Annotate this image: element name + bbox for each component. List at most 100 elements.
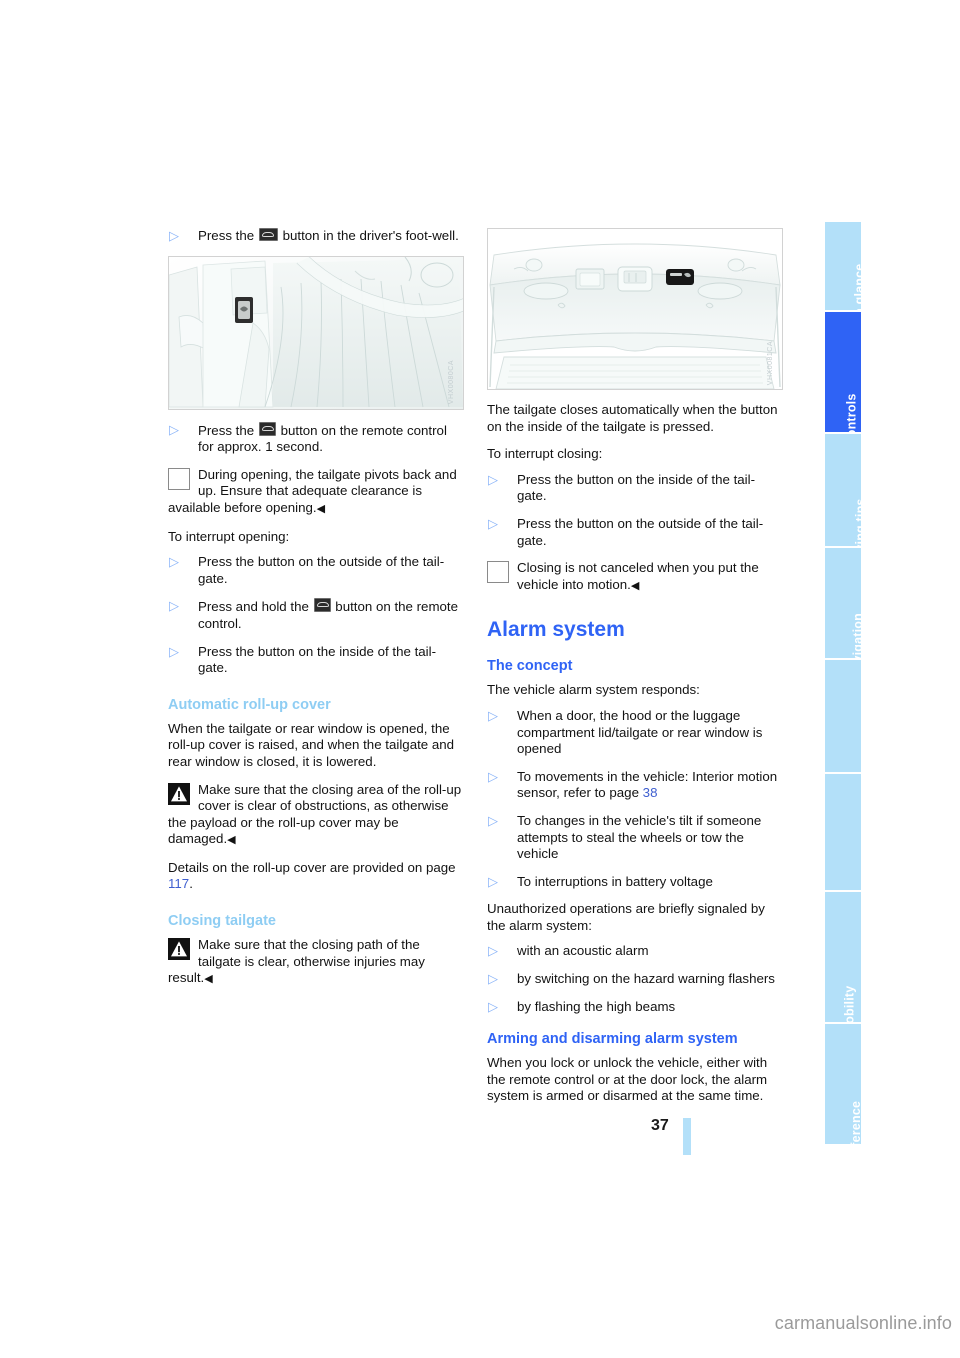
bullet-text: with an acoustic alarm [517, 943, 649, 959]
list-item: ▷ by switching on the hazard warning fla… [487, 971, 781, 988]
footwell-illustration [169, 256, 463, 409]
heading-alarm-system: Alarm system [487, 618, 625, 642]
bullet-text-part1: Press and hold the [198, 599, 309, 615]
manual-page: ▷ Press the button in the driver's foot-… [0, 0, 960, 1358]
sidebar-tab-driving-tips[interactable]: Driving tips [825, 434, 868, 570]
bullet-triangle-icon: ▷ [488, 515, 498, 531]
tailgate-button-icon [258, 228, 278, 241]
sidebar-tab-entertainment[interactable]: Entertainment [825, 660, 875, 803]
right-column: VHX0081CA The tailgate closes automatica… [487, 228, 783, 1116]
sidebar-tab-reference[interactable]: Reference [825, 1024, 863, 1163]
bullet-text-part2: button in the driver's foot-well. [282, 228, 459, 243]
page-number: 37 [651, 1117, 669, 1134]
warning-block: Make sure that the closing path of the t… [168, 937, 462, 988]
list-item: ▷ Press the button on the outside of the… [487, 516, 781, 549]
list-item: ▷ by flashing the high beams [487, 999, 781, 1016]
section-tab-rail: At a glance Controls Driving tips Naviga… [825, 222, 884, 1163]
note-triangle-icon [168, 467, 190, 490]
list-item: ▷ Press the button on the inside of the … [168, 644, 462, 677]
details-prefix: Details on the roll-up cover are provide… [168, 859, 456, 875]
warning-glyph [168, 782, 190, 805]
list-item: ▷ To movements in the vehicle: Interior … [487, 769, 781, 802]
paragraph-details-rollup: Details on the roll-up cover are provide… [168, 860, 462, 893]
bullet-triangle-icon: ▷ [488, 812, 498, 828]
figure-footwell-button: VHX0080CA [168, 255, 464, 410]
bullet-triangle-icon: ▷ [488, 971, 498, 987]
warning-glyph [168, 938, 190, 961]
warning-end-marker: ◀ [204, 973, 213, 986]
bullet-triangle-icon: ▷ [488, 768, 498, 784]
remote-tailgate-button-icon [258, 421, 276, 436]
bullet-triangle-icon: ▷ [488, 707, 498, 723]
bullet-text-part1: Press the [198, 228, 255, 243]
note-text: During opening, the tailgate pivots back… [168, 466, 457, 515]
details-suffix: . [189, 876, 193, 892]
bullet-triangle-icon: ▷ [169, 421, 179, 437]
heading-the-concept: The concept [487, 658, 573, 675]
left-column: ▷ Press the button in the driver's foot-… [168, 228, 464, 999]
bullet-triangle-icon: ▷ [169, 228, 179, 243]
note-triangle-icon [487, 561, 509, 584]
heading-arming-disarming: Arming and disarming alarm system [487, 1031, 738, 1048]
figure-code: VHX0080CA [448, 360, 456, 405]
sidebar-tab-label: Communications [870, 825, 885, 931]
list-item: ▷ To changes in the vehicle's tilt if so… [487, 813, 781, 863]
bullet-triangle-icon: ▷ [169, 643, 179, 659]
lead-in-interrupt-closing: To interrupt closing: [487, 446, 603, 462]
paragraph-rollup: When the tailgate or rear window is open… [168, 720, 455, 769]
sidebar-tab-communications[interactable]: Communications [825, 774, 884, 930]
page-reference-link[interactable]: 38 [643, 785, 658, 800]
bullet-triangle-icon: ▷ [488, 943, 498, 959]
bullet-text: by switching on the hazard warning flash… [517, 971, 775, 987]
tailgate-illustration [488, 229, 782, 389]
list-item: ▷ To interruptions in battery voltage [487, 874, 781, 891]
bullet-text-part1: Press the [198, 422, 255, 438]
list-item: ▷ Press the button in the driver's foot-… [168, 228, 462, 245]
bullet-triangle-icon: ▷ [488, 998, 498, 1014]
bullet-triangle-icon: ▷ [488, 471, 498, 487]
page-number-bar [683, 1118, 691, 1155]
bullet-text: When a door, the hood or the luggage com… [517, 707, 763, 757]
note-block: During opening, the tailgate pivots back… [168, 467, 462, 518]
bullet-triangle-icon: ▷ [169, 554, 179, 570]
list-item: ▷ When a door, the hood or the luggage c… [487, 708, 781, 758]
note-block: Closing is not canceled when you put the… [487, 560, 781, 594]
bullet-triangle-icon: ▷ [488, 873, 498, 889]
sidebar-tab-at-a-glance[interactable]: At a glance [825, 222, 866, 332]
figure-tailgate-inner-button: VHX0081CA [487, 228, 783, 390]
warning-block: Make sure that the closing area of the r… [168, 782, 462, 849]
figure-code: VHX0081CA [767, 340, 775, 385]
note-end-marker: ◀ [316, 502, 326, 515]
page-reference-link[interactable]: 117 [168, 876, 189, 891]
sidebar-tab-navigation[interactable]: Navigation [825, 548, 865, 679]
sidebar-tab-controls[interactable]: Controls [825, 312, 861, 447]
warning-end-marker: ◀ [227, 834, 236, 847]
bullet-text: Press the button on the inside of the ta… [198, 643, 437, 676]
heading-automatic-rollup-cover: Automatic roll-up cover [168, 696, 331, 713]
warning-text: Make sure that the closing area of the r… [168, 781, 462, 847]
paragraph-alarm-responds: The vehicle alarm system responds: [487, 682, 700, 698]
sidebar-tab-label: Reference [849, 1100, 864, 1164]
bullet-text: by flashing the high beams [517, 998, 676, 1014]
lead-in-interrupt-opening: To interrupt opening: [168, 528, 290, 544]
heading-closing-tailgate: Closing tailgate [168, 913, 276, 930]
bullet-triangle-icon: ▷ [169, 598, 179, 614]
list-item: ▷ Press the button on the outside of the… [168, 554, 462, 587]
bullet-text: To changes in the vehicle's tilt if some… [517, 812, 762, 862]
list-item: ▷ Press the button on the inside of the … [487, 472, 781, 505]
list-item: ▷ Press and hold the button on the remot… [168, 598, 462, 632]
list-item: ▷ Press the button on the remote control… [168, 421, 462, 456]
sidebar-tab-mobility[interactable]: Mobility [825, 892, 861, 1034]
bullet-text: Press the button on the inside of the ta… [517, 471, 756, 504]
list-item: ▷ with an acoustic alarm [487, 943, 781, 960]
bullet-text: Press the button on the outside of the t… [198, 554, 445, 586]
note-end-marker: ◀ [630, 579, 640, 592]
bullet-text: Press the button on the outside of the t… [517, 515, 764, 548]
paragraph-unauthorized-operations: Unauthorized operations are briefly sign… [487, 901, 765, 933]
bullet-text: To interruptions in battery voltage [517, 873, 713, 889]
paragraph-arming: When you lock or unlock the vehicle, eit… [487, 1055, 768, 1104]
site-watermark: carmanualsonline.info [774, 1313, 952, 1333]
warning-triangle-icon [168, 782, 190, 805]
warning-triangle-icon [168, 938, 190, 961]
remote-tailgate-button-icon [313, 598, 331, 613]
